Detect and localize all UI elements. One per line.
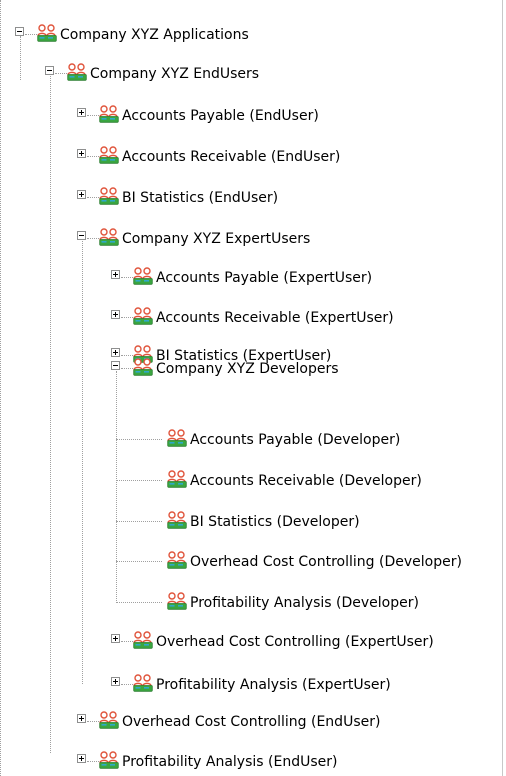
panel-right-border [502,0,503,776]
tree-guide-line-endusers [50,73,51,753]
expander-expand-icon[interactable] [111,310,120,319]
tree-connector [25,34,37,35]
tree-node-bi-statistics-enduser[interactable]: BI Statistics (EndUser) [72,186,392,208]
expander-expand-icon[interactable] [77,108,86,117]
user-group-icon [133,674,153,692]
tree-connector [121,355,133,356]
user-group-icon [99,187,119,205]
user-group-icon [67,63,87,81]
tree-node-label: Accounts Receivable (EndUser) [122,149,341,165]
tree-node-label: Company XYZ ExpertUsers [122,231,311,247]
user-group-icon [167,551,187,569]
tree-node-label: Accounts Receivable (ExpertUser) [156,310,394,326]
tree-node-label: Company XYZ EndUsers [90,66,260,82]
tree-node-accounts-payable-developer[interactable]: Accounts Payable (Developer) [116,428,436,450]
tree-connector [121,368,133,369]
expander-collapse-icon[interactable] [111,361,120,370]
tree-connector [116,521,162,522]
tree-connector [116,439,162,440]
tree-node-label: Overhead Cost Controlling (ExpertUser) [156,634,434,650]
tree-node-label: BI Statistics (EndUser) [122,190,279,206]
user-group-icon [167,429,187,447]
expander-expand-icon[interactable] [111,348,120,357]
user-group-icon [133,631,153,649]
user-group-icon [133,267,153,285]
tree-node-profitability-analysis-expertuser[interactable]: Profitability Analysis (ExpertUser) [106,673,486,695]
tree-node-overhead-cost-controlling-developer[interactable]: Overhead Cost Controlling (Developer) [116,550,496,572]
tree-connector [87,115,99,116]
expander-expand-icon[interactable] [111,634,120,643]
expander-expand-icon[interactable] [111,270,120,279]
tree-connector [87,721,99,722]
tree-node-accounts-receivable-enduser[interactable]: Accounts Receivable (EndUser) [72,145,392,167]
tree-node-overhead-cost-controlling-expertuser[interactable]: Overhead Cost Controlling (ExpertUser) [106,630,486,652]
tree-node-label: Accounts Payable (ExpertUser) [156,270,373,286]
tree-node-accounts-payable-enduser[interactable]: Accounts Payable (EndUser) [72,104,392,126]
user-group-icon [99,105,119,123]
tree-node-accounts-payable-expertuser[interactable]: Accounts Payable (ExpertUser) [106,266,436,288]
user-group-icon [133,358,153,376]
tree-node-label: Overhead Cost Controlling (EndUser) [122,714,381,730]
user-group-icon [99,711,119,729]
tree-node-company-xyz-developers[interactable]: Company XYZ Developers [106,357,436,379]
tree-connector [116,561,162,562]
user-group-icon [37,24,57,42]
tree-node-accounts-receivable-developer[interactable]: Accounts Receivable (Developer) [116,469,456,491]
tree-connector [87,238,99,239]
user-group-icon [167,470,187,488]
tree-node-overhead-cost-controlling-enduser[interactable]: Overhead Cost Controlling (EndUser) [72,710,452,732]
tree-connector [116,602,162,603]
expander-collapse-icon[interactable] [15,27,24,36]
user-group-icon [167,511,187,529]
tree-connector [87,197,99,198]
tree-connector [87,156,99,157]
tree-connector [121,684,133,685]
tree-connector [121,277,133,278]
tree-node-label: Accounts Payable (Developer) [190,432,401,448]
expander-expand-icon[interactable] [77,714,86,723]
expander-collapse-icon[interactable] [45,66,54,75]
tree-node-label: Overhead Cost Controlling (Developer) [190,554,462,570]
tree-connector [121,317,133,318]
tree-node-label: Accounts Receivable (Developer) [190,473,422,489]
tree-node-profitability-analysis-developer[interactable]: Profitability Analysis (Developer) [116,591,456,613]
expander-expand-icon[interactable] [111,677,120,686]
tree-node-company-xyz-endusers[interactable]: Company XYZ EndUsers [40,62,320,84]
tree-node-company-xyz-applications[interactable]: Company XYZ Applications [10,23,290,45]
user-group-icon [99,751,119,769]
tree-guide-line-expertusers [82,241,83,684]
tree-node-label: Profitability Analysis (ExpertUser) [156,677,391,693]
tree-node-label: Company XYZ Applications [60,27,249,43]
expander-expand-icon[interactable] [77,149,86,158]
expander-expand-icon[interactable] [77,754,86,763]
user-group-icon [167,592,187,610]
tree-left-guide-line [0,0,3,776]
tree-node-accounts-receivable-expertuser[interactable]: Accounts Receivable (ExpertUser) [106,306,436,328]
tree-connector [121,641,133,642]
tree-connector [116,480,162,481]
tree-node-bi-statistics-developer[interactable]: BI Statistics (Developer) [116,510,436,532]
tree-node-label: Company XYZ Developers [156,361,339,377]
expander-expand-icon[interactable] [77,190,86,199]
tree-node-profitability-analysis-enduser[interactable]: Profitability Analysis (EndUser) [72,750,452,772]
tree-connector [55,73,67,74]
tree-node-company-xyz-expertusers[interactable]: Company XYZ ExpertUsers [72,227,392,249]
tree-node-label: Profitability Analysis (EndUser) [122,754,338,770]
tree-node-label: Profitability Analysis (Developer) [190,595,419,611]
user-group-icon [99,146,119,164]
expander-collapse-icon[interactable] [77,231,86,240]
user-group-icon [99,228,119,246]
tree-connector [87,761,99,762]
tree-node-label: BI Statistics (Developer) [190,514,360,530]
user-group-icon [133,307,153,325]
tree-node-label: Accounts Payable (EndUser) [122,108,319,124]
